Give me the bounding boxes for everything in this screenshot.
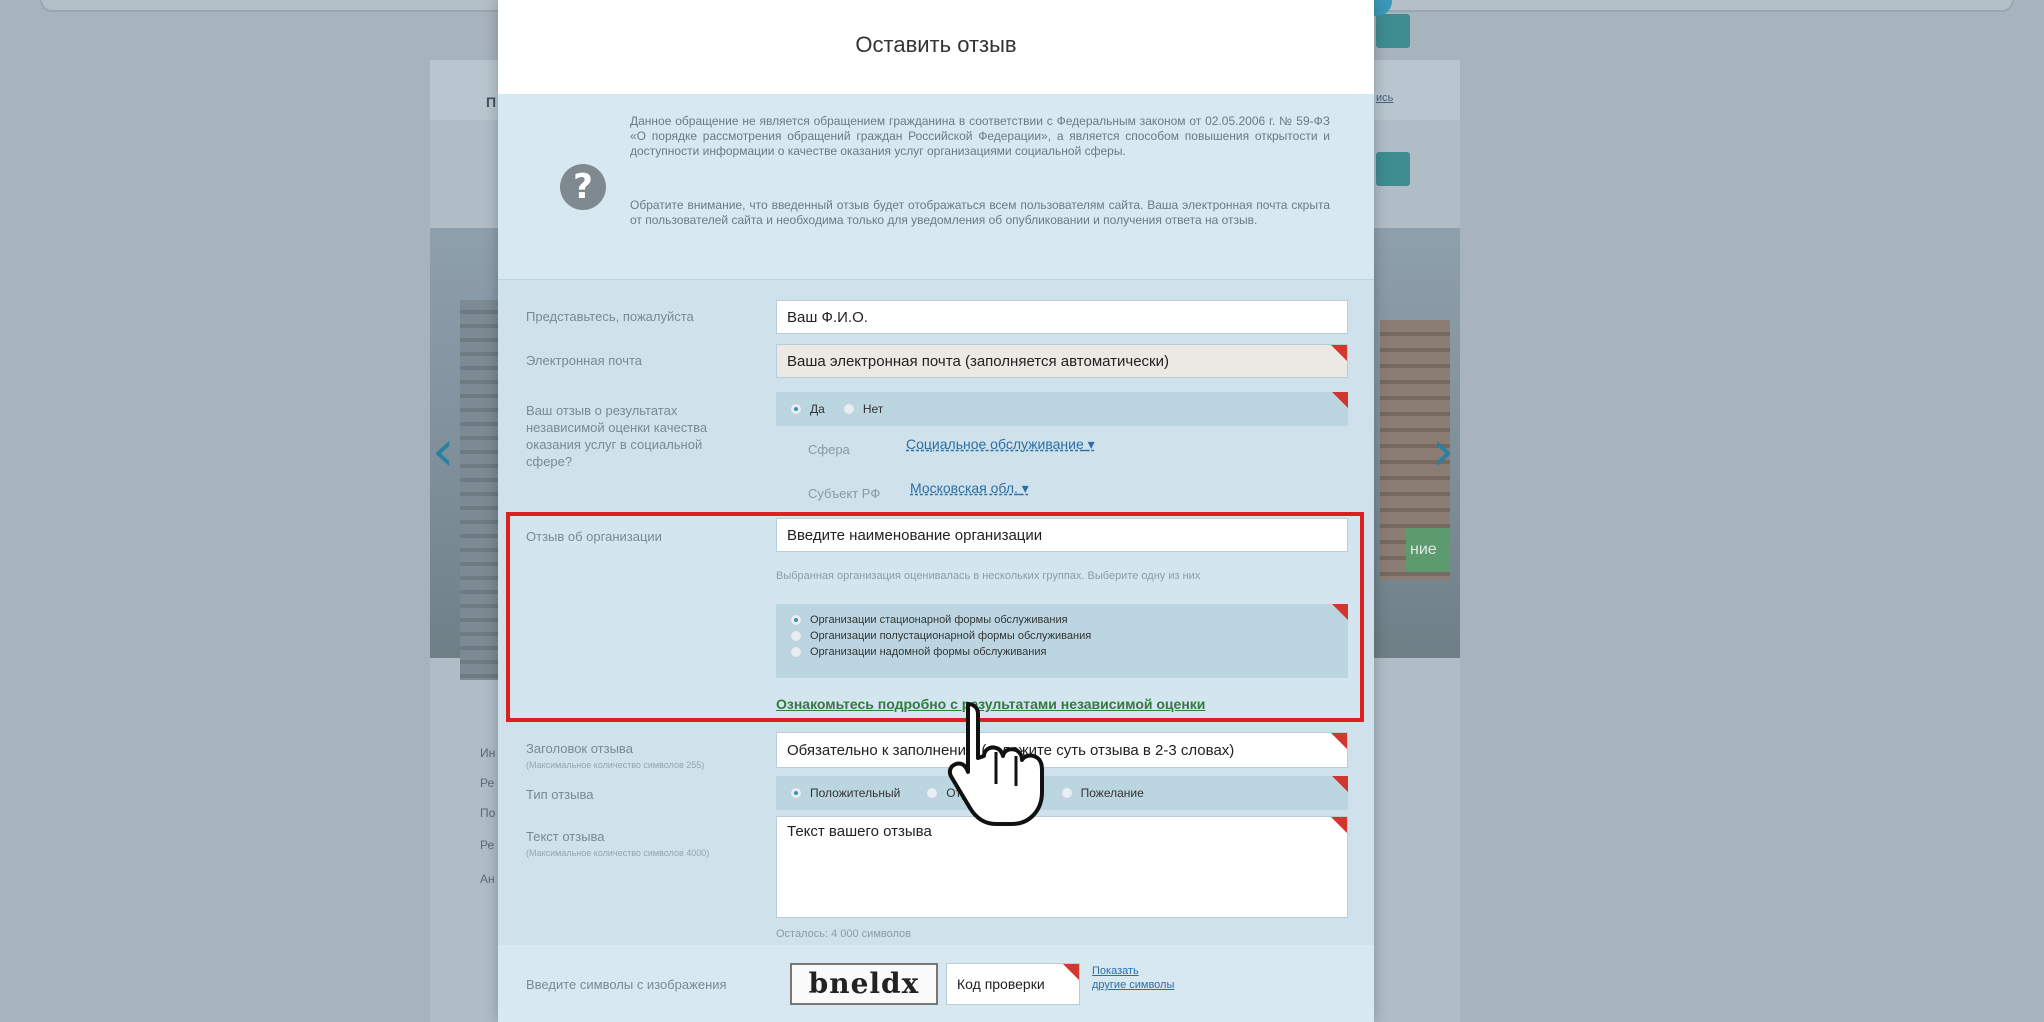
captcha-refresh-line-2: другие символы bbox=[1092, 979, 1175, 991]
captcha-refresh-line-1: Показать bbox=[1092, 965, 1139, 977]
name-label: Представьтесь, пожалуйста bbox=[526, 309, 694, 324]
radio-label: Организации полустационарной формы обслу… bbox=[810, 630, 1092, 642]
radio-label: Организации надомной формы обслуживания bbox=[810, 646, 1047, 658]
email-input-value: Ваша электронная почта (заполняется авто… bbox=[787, 352, 1169, 370]
question-icon: ? bbox=[560, 164, 606, 210]
independent-option-yes[interactable]: Да bbox=[790, 402, 825, 416]
subject-dropdown[interactable]: Московская обл. ▾ bbox=[910, 480, 1029, 497]
radio-label: Да bbox=[810, 402, 825, 416]
radio-dot bbox=[790, 614, 802, 626]
required-marker bbox=[1332, 604, 1348, 620]
characters-remaining: Осталось: 4 000 символов bbox=[776, 928, 911, 940]
hand-pointer-icon bbox=[947, 702, 1044, 826]
review-title-note: (Максимальное количество символов 255) bbox=[526, 760, 705, 770]
info-paragraph-1: Данное обращение не является обращением … bbox=[630, 114, 1330, 158]
captcha-label: Введите символы с изображения bbox=[526, 977, 727, 992]
name-input-value: Ваш Ф.И.О. bbox=[787, 308, 868, 326]
review-type-label: Тип отзыва bbox=[526, 787, 594, 802]
background-link: ись bbox=[1376, 92, 1394, 104]
organization-group-option[interactable]: Организации полустационарной формы обслу… bbox=[790, 630, 1316, 642]
background-header-letter: П bbox=[486, 94, 497, 110]
radio-label: Нет bbox=[862, 402, 884, 416]
subject-label: Субъект РФ bbox=[808, 486, 881, 501]
required-marker bbox=[1332, 392, 1348, 408]
radio-dot bbox=[926, 787, 939, 799]
captcha-refresh-link[interactable]: Показать другие символы bbox=[1092, 964, 1174, 992]
organization-group-option[interactable]: Организации надомной формы обслуживания bbox=[790, 646, 1316, 658]
carousel-prev-icon: ‹ bbox=[432, 419, 455, 484]
organization-groups-hint: Выбранная организация оценивалась в неск… bbox=[776, 570, 1201, 582]
info-paragraph-2: Обратите внимание, что введенный отзыв б… bbox=[630, 198, 1330, 227]
radio-dot bbox=[790, 646, 802, 658]
organization-group-radios: Организации стационарной формы обслужива… bbox=[776, 604, 1348, 678]
independent-option-no[interactable]: Нет bbox=[842, 402, 884, 416]
modal-title: Оставить отзыв bbox=[855, 32, 1017, 57]
required-marker bbox=[1331, 817, 1347, 833]
review-title-label-text: Заголовок отзыва bbox=[526, 741, 633, 756]
radio-dot bbox=[842, 403, 855, 415]
sphere-value: Социальное обслуживание bbox=[906, 436, 1084, 452]
background-nav-item: Ре bbox=[480, 838, 495, 852]
review-text-value: Текст вашего отзыва bbox=[787, 823, 932, 840]
name-input[interactable]: Ваш Ф.И.О. bbox=[776, 300, 1348, 334]
sphere-label: Сфера bbox=[808, 442, 850, 457]
captcha-input-value: Код проверки bbox=[957, 976, 1045, 992]
background-nav-item: Ин bbox=[480, 746, 496, 760]
review-text-label: Текст отзыва (Максимальное количество си… bbox=[526, 828, 709, 862]
radio-dot bbox=[790, 787, 802, 799]
modal-header: Оставить отзыв bbox=[498, 0, 1374, 94]
review-text-label-text: Текст отзыва bbox=[526, 829, 605, 844]
required-marker bbox=[1332, 776, 1348, 792]
organization-label: Отзыв об организации bbox=[526, 529, 662, 544]
radio-dot bbox=[790, 630, 802, 642]
review-type-positive[interactable]: Положительный bbox=[790, 786, 900, 800]
chevron-down-icon: ▾ bbox=[1087, 436, 1095, 452]
independent-radio-group: Да Нет bbox=[776, 392, 1348, 426]
required-marker bbox=[1331, 733, 1347, 749]
review-type-wish[interactable]: Пожелание bbox=[1060, 786, 1144, 800]
info-notice: ? Данное обращение не является обращение… bbox=[498, 94, 1374, 280]
required-marker bbox=[1331, 345, 1347, 361]
sphere-dropdown[interactable]: Социальное обслуживание ▾ bbox=[906, 436, 1095, 453]
review-title-label: Заголовок отзыва (Максимальное количеств… bbox=[526, 740, 704, 774]
background-teal-button bbox=[1376, 152, 1410, 186]
subject-value: Московская обл. bbox=[910, 480, 1018, 496]
radio-dot bbox=[790, 403, 802, 415]
required-marker bbox=[1063, 964, 1079, 980]
email-label: Электронная почта bbox=[526, 353, 643, 368]
background-nav-item: Ре bbox=[480, 776, 495, 790]
captcha-image: bneldx bbox=[790, 963, 938, 1005]
background-building-left bbox=[460, 300, 500, 680]
radio-label: Организации стационарной формы обслужива… bbox=[810, 614, 1068, 626]
carousel-next-icon: › bbox=[1432, 419, 1455, 484]
review-text-area[interactable]: Текст вашего отзыва bbox=[776, 816, 1348, 918]
radio-label: Положительный bbox=[810, 786, 901, 800]
organization-input[interactable]: Введите наименование организации bbox=[776, 518, 1348, 552]
background-nav-item: Ан bbox=[480, 872, 495, 886]
chevron-down-icon: ▾ bbox=[1021, 480, 1029, 496]
email-input[interactable]: Ваша электронная почта (заполняется авто… bbox=[776, 344, 1348, 378]
background-nav-item: По bbox=[480, 806, 496, 820]
review-text-note: (Максимальное количество символов 4000) bbox=[526, 848, 710, 858]
background-teal-button bbox=[1376, 14, 1410, 48]
organization-input-value: Введите наименование организации bbox=[787, 526, 1043, 544]
captcha-input[interactable]: Код проверки bbox=[946, 963, 1080, 1005]
organization-group-option[interactable]: Организации стационарной формы обслужива… bbox=[790, 614, 1316, 626]
radio-label: Пожелание bbox=[1080, 786, 1144, 800]
background-green-button: ние bbox=[1406, 528, 1450, 572]
independent-label: Ваш отзыв о результатах независимой оцен… bbox=[526, 403, 708, 469]
